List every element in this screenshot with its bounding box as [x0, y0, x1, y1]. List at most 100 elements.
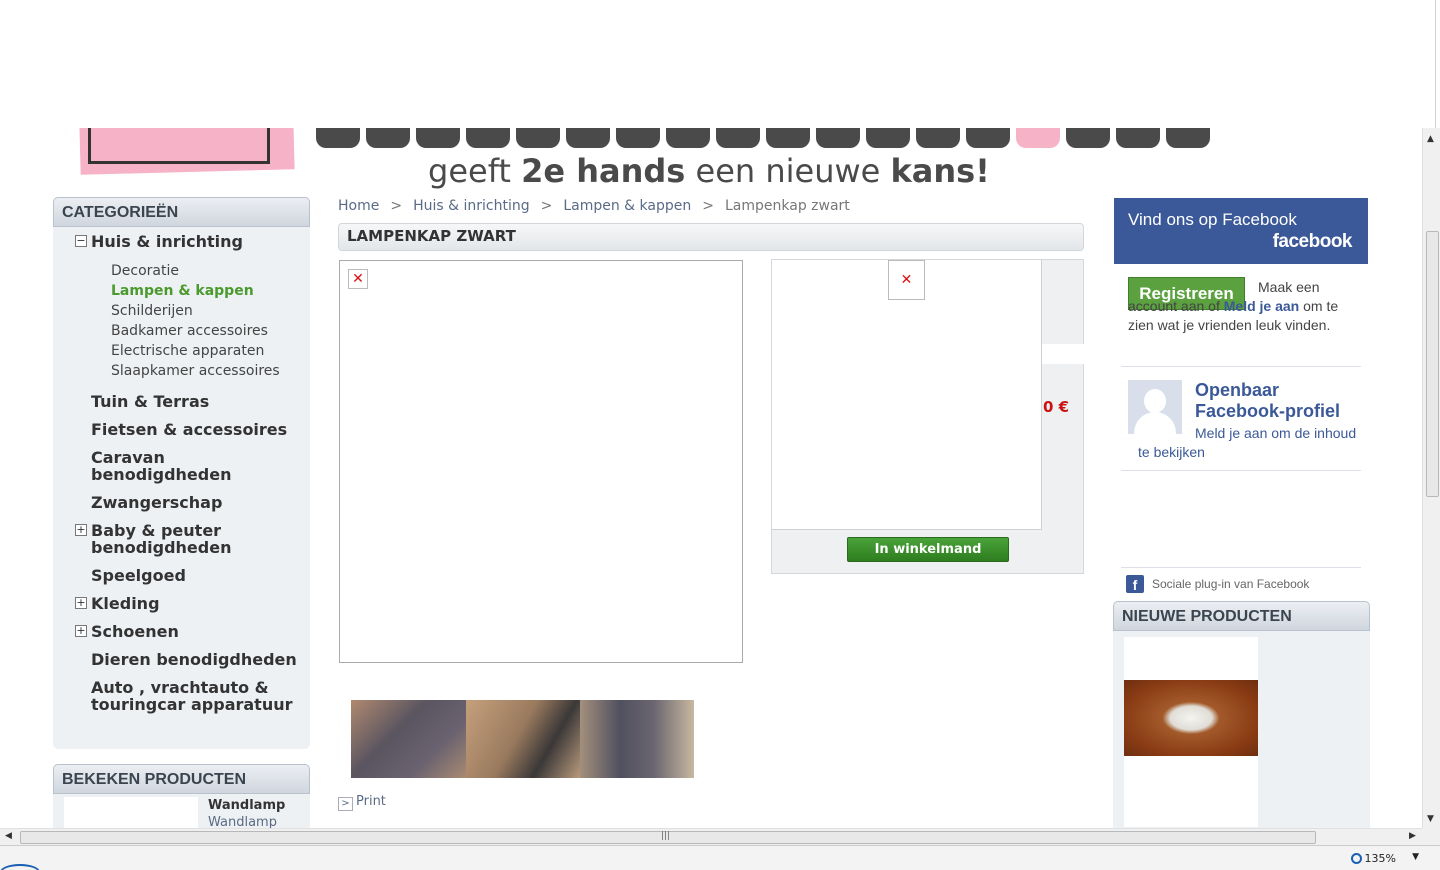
category-tuin-terras[interactable]: Tuin & Terras — [75, 393, 310, 410]
window-edge — [1435, 0, 1436, 128]
category-list: − Huis & inrichting Decoratie Lampen & ka… — [53, 227, 310, 713]
scroll-right-arrow[interactable]: ▶ — [1409, 831, 1416, 841]
category-dieren[interactable]: Dieren benodigdheden — [75, 651, 310, 668]
product-title: LAMPENKAP ZWART — [338, 223, 1084, 251]
category-label: Baby & peuter benodigdheden — [91, 521, 232, 557]
divider — [1121, 366, 1361, 367]
print-link[interactable]: > Print — [338, 794, 386, 811]
facebook-profile-subtitle-text: Meld je aan om de inhoud te bekijken — [1138, 425, 1357, 460]
category-label: Kleding — [91, 594, 160, 613]
expand-icon[interactable]: + — [75, 524, 87, 536]
horizontal-scrollbar[interactable]: ◀ ||| ▶ — [0, 828, 1422, 845]
new-products-heading: NIEUWE PRODUCTEN — [1113, 601, 1370, 631]
tagline-text: geeft — [428, 152, 522, 190]
product-thumbnails — [351, 700, 694, 778]
magnifier-icon — [1350, 853, 1362, 864]
logo-letter — [966, 128, 1010, 148]
viewed-product-link[interactable]: Wandlamp — [208, 815, 277, 828]
breadcrumb-separator: > — [540, 198, 553, 214]
scroll-down-arrow[interactable]: ▼ — [1427, 814, 1434, 824]
logo-letter — [766, 128, 810, 148]
broken-image-icon: ✕ — [888, 260, 925, 300]
panel-divider — [1042, 344, 1084, 364]
facebook-profile-subtitle[interactable]: Meld je aan om de inhoud te bekijken — [1138, 424, 1366, 462]
add-to-cart-button[interactable]: In winkelmand — [847, 537, 1009, 562]
viewed-products-box: BEKEKEN PRODUCTEN Wandlamp Wandlamp — [53, 764, 310, 828]
subcategory-lampen-kappen[interactable]: Lampen & kappen — [111, 281, 310, 301]
scroll-up-arrow[interactable]: ▲ — [1427, 134, 1434, 144]
logo-letter — [916, 128, 960, 148]
product-thumbnail[interactable] — [351, 700, 466, 778]
logo-letter — [666, 128, 710, 148]
product-thumbnail[interactable] — [466, 700, 580, 778]
viewed-products-heading: BEKEKEN PRODUCTEN — [53, 764, 310, 794]
logo-letter — [1116, 128, 1160, 148]
facebook-header[interactable]: Vind ons op Facebook facebook — [1114, 198, 1368, 264]
category-auto[interactable]: Auto , vrachtauto & touringcar apparatuu… — [75, 679, 310, 713]
category-label: Schoenen — [91, 622, 179, 641]
category-fietsen[interactable]: Fietsen & accessoires — [75, 421, 310, 438]
new-product-image — [1124, 680, 1258, 756]
facebook-description: Maak een account aan of Meld je aan om t… — [1128, 278, 1364, 335]
facebook-login-link[interactable]: Meld je aan — [1224, 298, 1299, 314]
category-label: Huis & inrichting — [91, 232, 243, 251]
expand-icon[interactable]: + — [75, 625, 87, 637]
zoom-value: 135% — [1364, 852, 1396, 865]
facebook-plugin-label[interactable]: f Sociale plug-in van Facebook — [1126, 575, 1309, 593]
text-indent — [1138, 437, 1195, 438]
breadcrumb-separator: > — [390, 198, 403, 214]
subcategory-electrische[interactable]: Electrische apparaten — [111, 341, 310, 361]
subcategory-schilderijen[interactable]: Schilderijen — [111, 301, 310, 321]
category-kleding[interactable]: + Kleding — [75, 595, 310, 612]
facebook-header-text: Vind ons op Facebook — [1128, 210, 1297, 229]
vertical-scroll-thumb[interactable] — [1426, 231, 1439, 497]
logo-letter — [516, 128, 560, 148]
scroll-left-arrow[interactable]: ◀ — [5, 831, 12, 841]
category-speelgoed[interactable]: Speelgoed — [75, 567, 310, 584]
status-bar: 135% ▼ — [0, 845, 1440, 870]
new-product-card[interactable] — [1124, 637, 1258, 827]
facebook-icon: f — [1126, 575, 1144, 593]
collapse-icon[interactable]: − — [75, 235, 87, 247]
subcategory-list: Decoratie Lampen & kappen Schilderijen B… — [111, 261, 310, 381]
viewed-product-thumbnail[interactable] — [64, 797, 198, 828]
buy-panel: ✕ 0 € In winkelmand — [771, 259, 1084, 574]
vertical-scrollbar[interactable]: ▲ ▼ — [1422, 128, 1440, 828]
logo-frame — [88, 128, 270, 164]
category-schoenen[interactable]: + Schoenen — [75, 623, 310, 640]
horizontal-scroll-thumb[interactable]: ||| — [20, 831, 1316, 844]
breadcrumb: Home > Huis & inrichting > Lampen & kappen > L… — [338, 198, 850, 214]
categories-heading: CATEGORIEËN — [53, 197, 310, 227]
logo-letter — [366, 128, 410, 148]
subcategory-slaapkamer[interactable]: Slaapkamer accessoires — [111, 361, 310, 381]
logo-letter — [716, 128, 760, 148]
subcategory-badkamer[interactable]: Badkamer accessoires — [111, 321, 310, 341]
facebook-profile-title[interactable]: Openbaar Facebook-profiel — [1195, 380, 1365, 422]
product-thumbnail[interactable] — [580, 700, 694, 778]
logo-letter — [616, 128, 660, 148]
breadcrumb-lampen[interactable]: Lampen & kappen — [563, 198, 691, 214]
broken-image-icon: ✕ — [348, 269, 368, 289]
category-huis-inrichting[interactable]: − Huis & inrichting — [75, 233, 310, 250]
zoom-dropdown-icon[interactable]: ▼ — [1412, 852, 1419, 862]
subcategory-decoratie[interactable]: Decoratie — [111, 261, 310, 281]
categories-box: CATEGORIEËN − Huis & inrichting Decoratie… — [53, 197, 310, 749]
globe-icon — [0, 864, 40, 870]
zoom-level[interactable]: 135% — [1350, 852, 1396, 865]
breadcrumb-huis[interactable]: Huis & inrichting — [413, 198, 530, 214]
product-price: 0 € — [1043, 398, 1070, 416]
breadcrumb-home[interactable]: Home — [338, 198, 379, 214]
expand-icon[interactable]: + — [75, 597, 87, 609]
web-page: geeft 2e hands een nieuwe kans! CATEGORI… — [0, 128, 1422, 828]
category-baby-peuter[interactable]: + Baby & peuter benodigdheden — [75, 522, 310, 556]
product-main-image[interactable]: ✕ — [339, 260, 743, 663]
divider — [1121, 567, 1361, 568]
logo-letter — [816, 128, 860, 148]
logo-letter — [1166, 128, 1210, 148]
category-caravan[interactable]: Caravan benodigdheden — [75, 449, 310, 483]
viewed-product-name[interactable]: Wandlamp — [208, 798, 285, 813]
category-zwangerschap[interactable]: Zwangerschap — [75, 494, 310, 511]
site-logo[interactable]: geeft 2e hands een nieuwe kans! — [79, 128, 1240, 190]
tagline-bold: kans! — [890, 152, 990, 190]
tagline-text: een nieuwe — [685, 152, 891, 190]
